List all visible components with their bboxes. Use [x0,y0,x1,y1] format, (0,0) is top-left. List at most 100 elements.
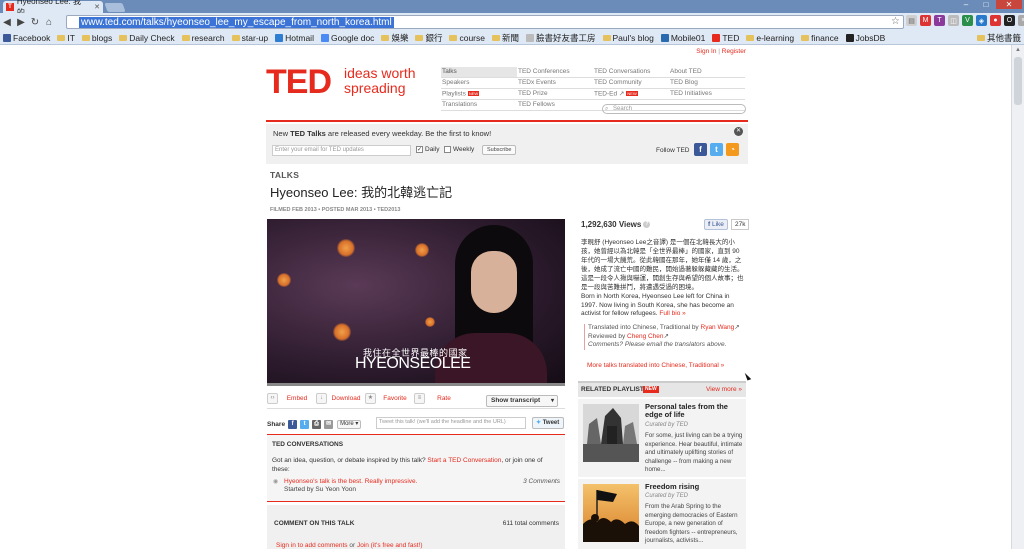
close-tab-icon[interactable]: ✕ [94,3,100,11]
reload-icon[interactable]: ↻ [28,17,42,28]
extension-o-icon[interactable]: O [1004,15,1015,26]
playlist-title[interactable]: Freedom rising [645,483,741,491]
playlist-thumbnail[interactable] [583,484,639,542]
bookmark-item[interactable]: star-up [231,33,268,43]
nav-tedx-events[interactable]: TEDx Events [517,78,593,89]
facebook-icon[interactable]: f [694,143,707,156]
nav-playlists[interactable]: Playlists NEW [441,89,517,100]
video-progress-bar[interactable] [267,383,565,386]
translator-link[interactable]: Ryan Wang [701,324,735,331]
browser-tab[interactable]: T Hyeonseo Lee: 我的... ✕ [3,0,103,17]
embed-button[interactable]: ‹› Embed [267,393,312,404]
ted-logo[interactable]: TED [266,63,332,102]
reviewer-link[interactable]: Cheng Chen [627,333,664,340]
bookmark-item[interactable]: 新聞 [491,32,519,44]
subscribe-button[interactable]: Subscribe [482,145,517,155]
bookmark-item[interactable]: course [449,33,485,43]
extension-icon[interactable]: ◫ [948,15,959,26]
scrollbar-thumb[interactable] [1014,57,1022,105]
bookmark-item[interactable]: 臉書好友書工房 [526,32,596,44]
nav-translations[interactable]: Translations [441,100,517,111]
bookmark-item[interactable]: IT [57,33,75,43]
conversation-link[interactable]: Hyeonseo's talk is the best. Really impr… [284,478,417,485]
new-tab-button[interactable] [104,3,126,12]
home-icon[interactable]: ⌂ [42,17,56,28]
join-link[interactable]: Join (it's free and fast!) [357,542,423,549]
twitter-icon[interactable]: t [710,143,723,156]
nav-ted-conferences[interactable]: TED Conferences [517,67,593,78]
help-icon[interactable]: ? [643,221,651,229]
minimize-icon[interactable]: – [956,0,976,9]
bookmark-item[interactable]: 銀行 [415,32,442,44]
playlist-card[interactable]: Freedom rising Curated by TED From the A… [578,479,746,549]
sign-in-comments-link[interactable]: Sign in to add comments [276,542,348,549]
extension-tu-icon[interactable]: T [934,15,945,26]
bookmark-item[interactable]: Google doc [320,33,374,43]
more-translated-talks-link[interactable]: More talks translated into Chinese, Trad… [587,362,724,369]
checkbox-icon[interactable] [444,146,451,153]
playlist-thumbnail[interactable] [583,404,639,462]
other-bookmarks[interactable]: 其他書籤 [976,31,1021,45]
rss-icon[interactable]: ◔ [726,143,739,156]
bookmark-item[interactable]: Daily Check [119,33,175,43]
nav-ted-initiatives[interactable]: TED Initiatives [669,89,745,100]
close-icon[interactable]: ✕ [734,127,743,136]
facebook-share-icon[interactable]: f [288,419,298,429]
nav-ted-prize[interactable]: TED Prize [517,89,593,100]
print-icon[interactable]: ⎙ [312,419,322,429]
tweet-button[interactable]: ✦ Tweet [532,417,564,429]
scroll-up-icon[interactable]: ▲ [1015,47,1021,53]
extension-shield-icon[interactable]: ◈ [976,15,987,26]
email-icon[interactable]: ✉ [324,419,334,429]
bookmark-item[interactable]: blogs [81,33,112,43]
search-input[interactable]: ⌕ Search [602,104,746,114]
bookmark-item[interactable]: Paul's blog [602,33,654,43]
playlist-title[interactable]: Personal tales from the edge of life [645,403,741,419]
bookmark-item[interactable]: JobsDB [845,33,885,43]
bookmark-item[interactable]: 娛樂 [381,32,408,44]
show-transcript-dropdown[interactable]: Show transcript ▾ [486,395,558,407]
nav-ted-blog[interactable]: TED Blog [669,78,745,89]
email-field[interactable]: Enter your email for TED updates [272,145,411,156]
weekly-checkbox[interactable]: Weekly [444,146,474,153]
playlist-card[interactable]: Personal tales from the edge of life Cur… [578,399,746,477]
twitter-share-icon[interactable]: t [300,419,310,429]
nav-ted-community[interactable]: TED Community [593,78,669,89]
daily-checkbox[interactable]: ✓ Daily [416,146,439,153]
checkbox-checked-icon[interactable]: ✓ [416,146,423,153]
favorite-button[interactable]: ★ Favorite [365,393,410,404]
nav-speakers[interactable]: Speakers [441,78,517,89]
bookmark-item[interactable]: Hotmail [275,33,314,43]
extension-v-icon[interactable]: V [962,15,973,26]
download-button[interactable]: ↓ Download [316,393,361,404]
address-bar[interactable]: www.ted.com/talks/hyeonseo_lee_my_escape… [66,15,904,29]
page-action-icon[interactable]: ▤ [906,15,917,26]
more-share-button[interactable]: More ▾ [337,419,362,429]
nav-ted-conversations[interactable]: TED Conversations [593,67,669,78]
maximize-icon[interactable]: □ [976,0,996,9]
nav-about-ted[interactable]: About TED [669,67,745,78]
extension-stop-icon[interactable]: ● [990,15,1001,26]
bookmark-item[interactable]: TED [712,33,739,43]
bookmark-star-icon[interactable]: ☆ [891,16,900,27]
nav-ted-fellows[interactable]: TED Fellows [517,100,593,111]
rate-button[interactable]: ≡ Rate [414,393,459,404]
start-conversation-link[interactable]: Start a TED Conversation [427,457,501,464]
tweet-input[interactable]: Tweet this talk! (we'll add the headline… [376,417,526,429]
url-text[interactable]: www.ted.com/talks/hyeonseo_lee_my_escape… [79,17,394,28]
forward-icon[interactable]: ▶ [14,17,28,28]
close-window-icon[interactable]: ✕ [996,0,1022,9]
video-player[interactable]: 我住在全世界最棒的國家 HYEONSEOLEE [267,219,565,386]
view-more-link[interactable]: View more » [706,386,742,393]
bookmark-item[interactable]: Facebook [3,33,50,43]
nav-ted-ed[interactable]: TED-Ed ↗ NEW [593,89,669,100]
facebook-like-button[interactable]: f Like [704,219,728,230]
page-scrollbar[interactable]: ▲ [1011,45,1024,549]
gmail-icon[interactable]: M [920,15,931,26]
bookmark-item[interactable]: finance [801,33,839,43]
bookmark-item[interactable]: Mobile01 [660,33,705,43]
nav-talks[interactable]: Talks [441,67,517,78]
bookmark-item[interactable]: research [181,33,225,43]
register-link[interactable]: Register [722,48,746,55]
bookmark-item[interactable]: e-learning [746,33,794,43]
